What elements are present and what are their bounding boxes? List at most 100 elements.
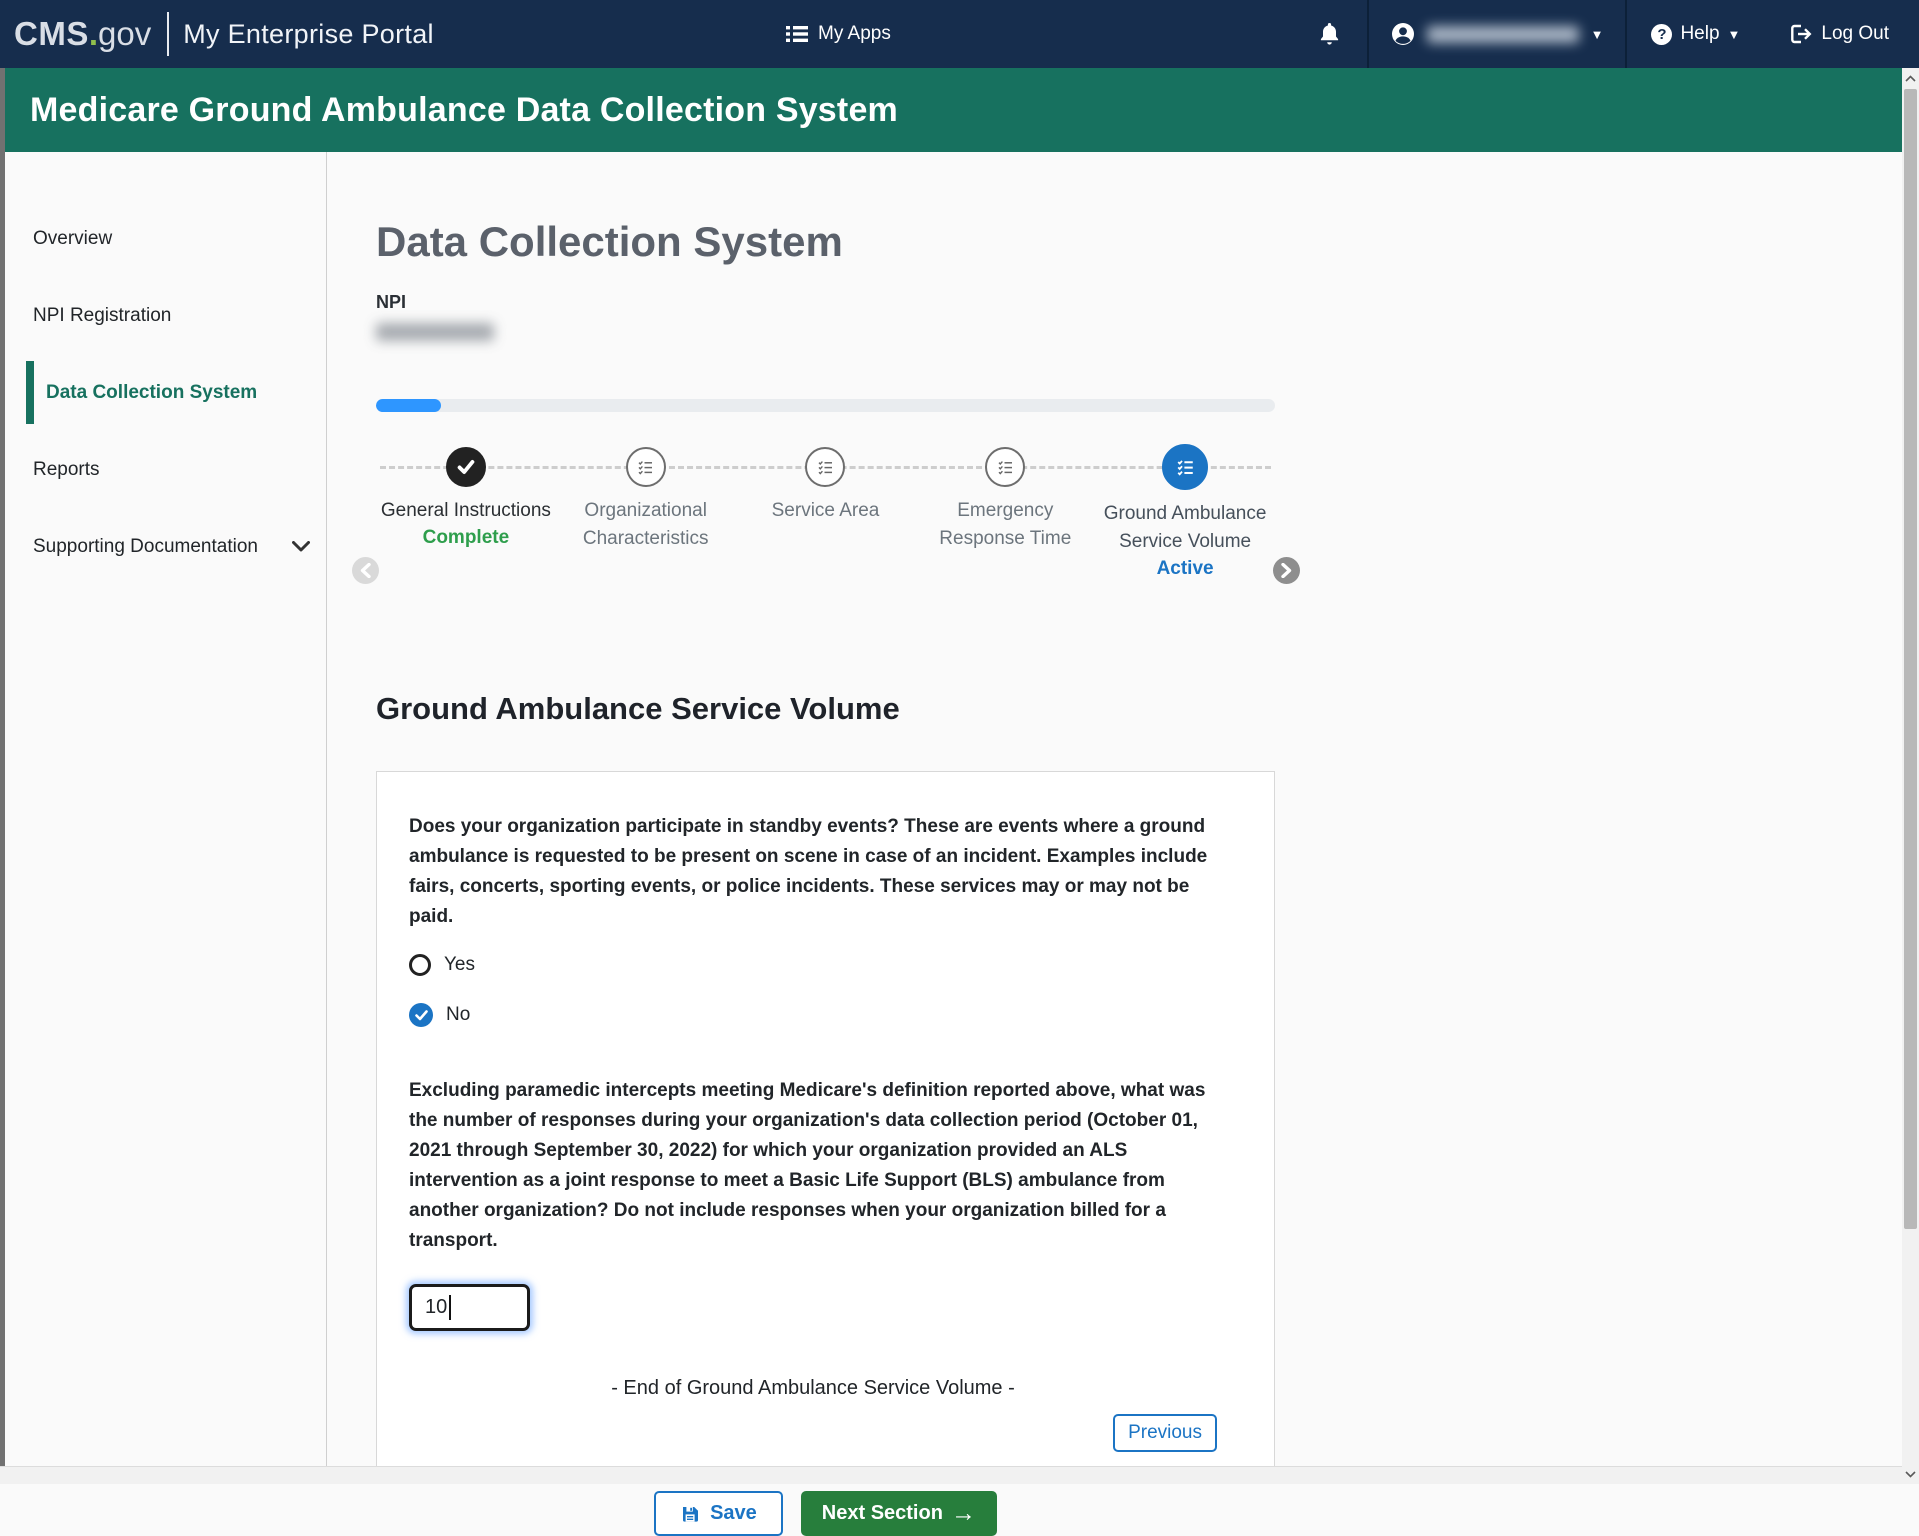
section-title: Ground Ambulance Service Volume	[376, 691, 1902, 727]
sidebar-item-label: NPI Registration	[33, 305, 171, 327]
step-emergency-response-time: Emergency Response Time	[915, 445, 1095, 580]
step-ground-ambulance-service-volume: Ground Ambulance Service Volume Active	[1095, 445, 1275, 580]
step-label: Emergency Response Time	[915, 497, 1095, 553]
npi-label: NPI	[376, 292, 1902, 313]
user-menu-button[interactable]: ▼	[1369, 0, 1626, 68]
horizontal-scrollbar[interactable]	[0, 1466, 1902, 1484]
sidebar-item-overview[interactable]: Overview	[5, 200, 326, 277]
radio-label: No	[446, 1004, 470, 1026]
chevron-down-icon	[292, 541, 310, 552]
npi-value-redacted	[376, 323, 494, 341]
arrow-right-icon: →	[951, 1501, 976, 1526]
brand-cms: CMS	[14, 15, 89, 53]
log-out-label: Log Out	[1821, 23, 1889, 45]
question-text: during your organization's data collecti…	[409, 1110, 1198, 1251]
step-list-icon[interactable]	[626, 447, 666, 487]
sidebar-item-npi-registration[interactable]: NPI Registration	[5, 277, 326, 354]
step-label: Service Area	[772, 497, 880, 525]
log-out-icon	[1790, 24, 1812, 44]
previous-button[interactable]: Previous	[1113, 1414, 1217, 1452]
log-out-button[interactable]: Log Out	[1764, 0, 1919, 68]
sidebar-item-label: Reports	[33, 459, 100, 481]
step-general-instructions: General Instructions Complete	[376, 445, 556, 580]
radio-option-yes[interactable]: Yes	[409, 948, 1217, 982]
step-service-area: Service Area	[736, 445, 916, 580]
responses-input-wrap	[409, 1284, 530, 1331]
step-complete-check-icon[interactable]	[446, 447, 486, 487]
sidebar-item-reports[interactable]: Reports	[5, 431, 326, 508]
help-label: Help	[1680, 23, 1719, 45]
sidebar-item-label: Supporting Documentation	[33, 536, 258, 558]
vertical-scrollbar[interactable]	[1902, 68, 1919, 1484]
text-cursor	[449, 1295, 451, 1320]
scrollbar-thumb[interactable]	[1904, 89, 1917, 1229]
stepper-steps: General Instructions Complete Organizati…	[376, 445, 1275, 580]
radio-option-no[interactable]: No	[409, 998, 1217, 1032]
content-row: Overview NPI Registration Data Collectio…	[5, 152, 1902, 1466]
form-actions: Save Next Section →	[376, 1491, 1275, 1536]
next-section-label: Next Section	[822, 1502, 943, 1525]
radio-checked-icon[interactable]	[409, 1003, 433, 1027]
step-status: Active	[1157, 558, 1214, 580]
question-responses-count: Excluding paramedic intercepts meeting M…	[409, 1076, 1220, 1256]
step-label: Organizational Characteristics	[556, 497, 736, 553]
question-text-bold: responses	[541, 1110, 636, 1131]
chevron-down-icon: ▼	[1591, 28, 1604, 41]
page-title: Data Collection System	[376, 216, 1902, 268]
my-apps-label: My Apps	[818, 23, 891, 45]
bell-icon	[1320, 23, 1339, 45]
navbar-right-group: ▼ ? Help ▼ Log Out	[1290, 0, 1919, 68]
progress-bar	[376, 399, 1275, 412]
brand-portal-name: My Enterprise Portal	[183, 19, 434, 50]
brand-divider	[167, 12, 169, 56]
scroll-up-button[interactable]	[1902, 68, 1919, 88]
stepper-scroll-right-button[interactable]	[1273, 557, 1300, 584]
save-button[interactable]: Save	[654, 1491, 783, 1536]
step-organizational-characteristics: Organizational Characteristics	[556, 445, 736, 580]
section-stepper: General Instructions Complete Organizati…	[376, 445, 1275, 633]
app-title: Medicare Ground Ambulance Data Collectio…	[30, 91, 898, 130]
user-avatar-icon	[1391, 22, 1415, 46]
end-of-section-text: - End of Ground Ambulance Service Volume…	[409, 1377, 1217, 1400]
question-text: Does your organization participate in	[409, 816, 749, 837]
responses-count-input[interactable]	[409, 1284, 530, 1331]
sidebar-item-data-collection-system[interactable]: Data Collection System	[5, 354, 326, 431]
sidebar-nav: Overview NPI Registration Data Collectio…	[5, 152, 327, 1466]
step-label: Ground Ambulance Service Volume	[1095, 500, 1275, 556]
app-header: Medicare Ground Ambulance Data Collectio…	[0, 68, 1902, 152]
save-label: Save	[710, 1502, 757, 1525]
sidebar-item-supporting-documentation[interactable]: Supporting Documentation	[5, 508, 326, 585]
step-list-icon[interactable]	[805, 447, 845, 487]
help-icon: ?	[1651, 24, 1672, 45]
chevron-down-icon: ▼	[1728, 28, 1741, 41]
radio-unchecked-icon[interactable]	[409, 954, 431, 976]
cms-gov-logo: CMS.gov My Enterprise Portal	[0, 12, 434, 56]
previous-row: Previous	[409, 1414, 1217, 1452]
notifications-button[interactable]	[1290, 0, 1367, 68]
step-label: General Instructions	[381, 497, 551, 525]
brand-gov: gov	[98, 15, 151, 53]
sidebar-item-label: Data Collection System	[46, 382, 257, 404]
user-name-redacted	[1427, 26, 1579, 43]
progress-bar-fill	[376, 399, 441, 412]
my-apps-icon	[786, 24, 808, 44]
next-section-button[interactable]: Next Section →	[801, 1491, 997, 1536]
brand-dot: .	[89, 15, 98, 53]
scroll-down-button[interactable]	[1902, 1464, 1919, 1484]
form-card: Does your organization participate in st…	[376, 771, 1275, 1469]
step-status: Complete	[423, 527, 510, 549]
question-text-bold: standby events?	[749, 816, 899, 837]
step-list-icon-active[interactable]	[1162, 444, 1208, 490]
stepper-scroll-left-button[interactable]	[352, 557, 379, 584]
my-apps-button[interactable]: My Apps	[786, 0, 891, 68]
window-left-edge	[0, 68, 5, 1466]
save-disk-icon	[680, 1504, 700, 1524]
radio-label: Yes	[444, 954, 475, 976]
question-standby-events: Does your organization participate in st…	[409, 812, 1220, 932]
step-list-icon[interactable]	[985, 447, 1025, 487]
active-indicator-bar	[26, 361, 34, 424]
main-content: Data Collection System NPI General Instr…	[327, 152, 1902, 1466]
sidebar-item-label: Overview	[33, 228, 112, 250]
help-menu-button[interactable]: ? Help ▼	[1627, 0, 1764, 68]
top-navbar: CMS.gov My Enterprise Portal My Apps	[0, 0, 1919, 68]
